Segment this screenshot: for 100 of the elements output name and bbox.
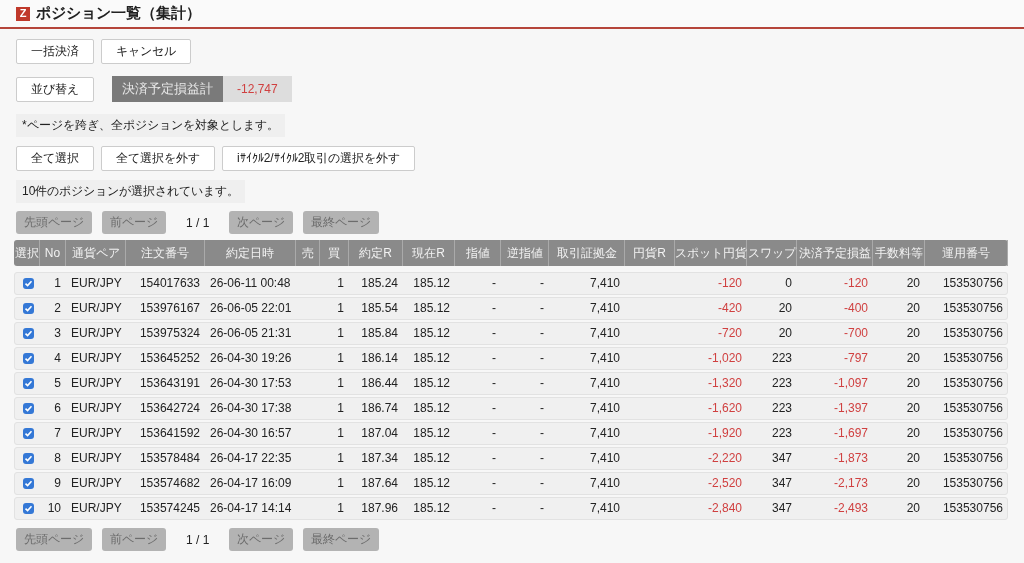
- table-cell-text: 347: [770, 475, 793, 492]
- table-cell-text: -: [539, 500, 545, 517]
- column-header: 買: [320, 240, 349, 266]
- column-header: 注文番号: [126, 240, 205, 266]
- table-cell-text: -: [539, 400, 545, 417]
- column-header: 決済予定損益: [797, 240, 873, 266]
- row-checkbox[interactable]: [22, 353, 34, 364]
- table-cell-text: 20: [905, 275, 921, 292]
- action-button[interactable]: キャンセル: [101, 39, 191, 64]
- total-value: -12,747: [236, 81, 279, 98]
- table-cell-text: 223: [770, 400, 793, 417]
- table-cell-text: 223: [770, 425, 793, 442]
- table-cell-text: 153530756: [941, 350, 1004, 367]
- row-checkbox[interactable]: [22, 453, 34, 464]
- table-cell-text: EUR/JPY: [70, 425, 123, 442]
- table-cell-text: 26-04-17 22:35: [209, 450, 293, 467]
- table-cell-text: 223: [770, 375, 793, 392]
- table-cell-text: 187.04: [360, 425, 399, 442]
- table-cell-text: 186.44: [360, 375, 399, 392]
- sort-button[interactable]: 並び替え: [16, 76, 94, 102]
- table-cell-text: -420: [716, 300, 743, 317]
- row-checkbox[interactable]: [22, 478, 34, 489]
- table-cell-text: 1: [336, 400, 345, 417]
- table-cell-text: 26-04-30 17:38: [209, 400, 293, 417]
- row-checkbox[interactable]: [22, 378, 34, 389]
- table-cell-text: 347: [770, 450, 793, 467]
- table-cell-text: -: [539, 475, 545, 492]
- table-cell-text: 154017633: [138, 275, 201, 292]
- table-cell-text: -2,493: [832, 500, 869, 517]
- table-cell-text: -: [491, 450, 497, 467]
- table-cell-text: 347: [770, 500, 793, 517]
- table-cell-text: 153574245: [138, 500, 201, 517]
- row-checkbox[interactable]: [22, 328, 34, 339]
- table-cell-text: 153641592: [138, 425, 201, 442]
- table-cell-text: -2,220: [706, 450, 743, 467]
- column-header: 約定R: [349, 240, 403, 266]
- column-header: 現在R: [403, 240, 455, 266]
- column-header: 逆指値: [501, 240, 549, 266]
- table-cell-text: 26-04-30 19:26: [209, 350, 293, 367]
- column-header: 売: [296, 240, 320, 266]
- table-cell-text: -120: [716, 275, 743, 292]
- row-checkbox[interactable]: [22, 503, 34, 514]
- action-button[interactable]: 一括決済: [16, 39, 94, 64]
- table-cell-text: 10: [46, 500, 62, 517]
- table-cell-text: 0: [784, 275, 793, 292]
- selection-count: 10件のポジションが選択されています。: [16, 180, 246, 203]
- table-cell-text: 1: [53, 275, 62, 292]
- table-cell-text: 153975324: [138, 325, 201, 342]
- select-button[interactable]: 全て選択: [16, 146, 94, 171]
- table-cell-text: -: [491, 475, 497, 492]
- table-cell-text: -: [539, 325, 545, 342]
- table-cell-text: -1,697: [832, 425, 869, 442]
- table-cell-text: 7,410: [588, 275, 621, 292]
- table-cell-text: 20: [905, 450, 921, 467]
- table-cell-text: EUR/JPY: [70, 350, 123, 367]
- table-cell-text: 20: [905, 400, 921, 417]
- table-cell-text: 185.12: [412, 275, 451, 292]
- table-cell-text: -1,020: [706, 350, 743, 367]
- table-cell-text: 187.64: [360, 475, 399, 492]
- table-cell-text: 4: [53, 350, 62, 367]
- row-checkbox[interactable]: [22, 303, 34, 314]
- table-cell-text: 7,410: [588, 475, 621, 492]
- table-cell-text: 26-04-30 16:57: [209, 425, 293, 442]
- column-header: 約定日時: [205, 240, 296, 266]
- table-cell-text: 26-04-30 17:53: [209, 375, 293, 392]
- select-button[interactable]: iｻｲｸﾙ2/ｻｲｸﾙ2取引の選択を外す: [222, 146, 416, 171]
- table-cell-text: -: [539, 300, 545, 317]
- table-cell-text: -2,173: [832, 475, 869, 492]
- table-cell-text: 2: [53, 300, 62, 317]
- table-cell-text: -: [539, 450, 545, 467]
- table-cell-text: 1: [336, 375, 345, 392]
- table-cell-text: EUR/JPY: [70, 500, 123, 517]
- table-cell-text: 153578484: [138, 450, 201, 467]
- table-cell-text: 153643191: [138, 375, 201, 392]
- logo-icon: Z: [16, 6, 30, 21]
- table-cell-text: 7,410: [588, 450, 621, 467]
- table-cell-text: EUR/JPY: [70, 300, 123, 317]
- table-cell-text: 187.34: [360, 450, 399, 467]
- table-cell-text: 185.12: [412, 300, 451, 317]
- row-checkbox[interactable]: [22, 403, 34, 414]
- table-cell-text: -: [539, 425, 545, 442]
- row-checkbox[interactable]: [22, 428, 34, 439]
- table-cell-text: 6: [53, 400, 62, 417]
- column-header: スワップ: [747, 240, 797, 266]
- row-checkbox[interactable]: [22, 278, 34, 289]
- table-cell-text: 185.84: [360, 325, 399, 342]
- table-cell-text: EUR/JPY: [70, 275, 123, 292]
- table-cell-text: 153642724: [138, 400, 201, 417]
- table-cell-text: EUR/JPY: [70, 400, 123, 417]
- table-cell-text: -: [491, 300, 497, 317]
- table-cell-text: 185.12: [412, 325, 451, 342]
- column-header: 通貨ペア: [66, 240, 126, 266]
- table-cell-text: 26-06-11 00:48: [209, 275, 292, 292]
- table-cell-text: 185.12: [412, 425, 451, 442]
- table-cell-text: -2,520: [706, 475, 743, 492]
- table-cell-text: -120: [842, 275, 869, 292]
- table-cell-text: EUR/JPY: [70, 375, 123, 392]
- table-cell-text: 20: [777, 325, 793, 342]
- table-cell-text: -700: [842, 325, 869, 342]
- select-button[interactable]: 全て選択を外す: [101, 146, 215, 171]
